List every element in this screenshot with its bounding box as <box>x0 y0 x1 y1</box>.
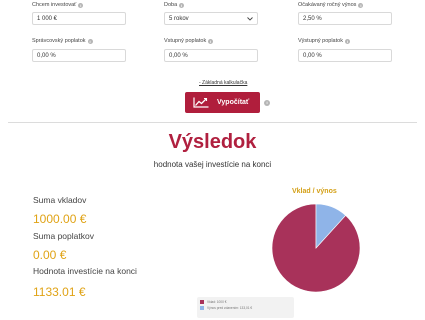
calculate-button[interactable]: Vypočítať <box>185 92 260 113</box>
exit-fee-label-text: Výstupný poplatok <box>298 38 343 44</box>
entry-fee-input[interactable]: 0,00 % <box>164 49 258 62</box>
legend-item[interactable]: Výnos pred zdanením: 133,01 € <box>200 305 291 311</box>
legend-label: Vklad: 1000 € <box>207 300 227 304</box>
entry-fee-value: 0,00 % <box>169 52 188 59</box>
legend-swatch <box>200 300 204 304</box>
period-label-text: Doba <box>164 2 178 8</box>
fees-label: Suma poplatkov <box>33 231 94 241</box>
trend-chart-icon <box>193 97 209 108</box>
period-select[interactable]: 5 rokov <box>164 12 258 25</box>
period-label: Doba i <box>164 2 185 8</box>
end-value-label: Hodnota investície na konci <box>33 266 137 276</box>
entry-fee-label-text: Vstupný poplatok <box>164 38 207 44</box>
info-icon[interactable]: i <box>87 38 93 44</box>
mgmt-fee-input[interactable]: 0,00 % <box>32 49 126 62</box>
chart-title: Vklad / výnos <box>292 188 337 195</box>
info-icon[interactable]: i <box>179 2 185 8</box>
basic-calculator-link[interactable]: - Základná kalkulačka <box>199 80 247 86</box>
mgmt-fee-value: 0,00 % <box>37 52 56 59</box>
info-icon[interactable]: i <box>344 38 350 44</box>
return-label: Očakávaný ročný výnos i <box>298 2 364 8</box>
result-title: Výsledok <box>168 131 257 153</box>
invest-label-text: Chcem investovať <box>32 2 77 8</box>
expected-return-value: 2,50 % <box>303 15 322 22</box>
period-select-value: 5 rokov <box>169 15 189 22</box>
exit-fee-label: Výstupný poplatok i <box>298 38 350 44</box>
info-icon[interactable]: i <box>264 100 270 106</box>
mgmt-fee-label: Správcovský poplatok i <box>32 38 93 44</box>
info-icon[interactable]: i <box>208 38 214 44</box>
fees-value: 0.00 € <box>33 248 67 262</box>
info-icon[interactable]: i <box>78 2 84 8</box>
chart-legend: Vklad: 1000 € Výnos pred zdanením: 133,0… <box>197 297 294 318</box>
info-icon[interactable]: i <box>358 2 364 8</box>
deposits-label: Suma vkladov <box>33 195 87 205</box>
invest-label: Chcem investovať i <box>32 2 84 8</box>
exit-fee-input[interactable]: 0,00 % <box>298 49 392 62</box>
legend-label: Výnos pred zdanením: 133,01 € <box>207 306 253 310</box>
invest-amount-value: 1 000 € <box>37 15 58 22</box>
return-label-text: Očakávaný ročný výnos <box>298 2 357 8</box>
chevron-down-icon <box>247 16 253 21</box>
exit-fee-value: 0,00 % <box>303 52 322 59</box>
entry-fee-label: Vstupný poplatok i <box>164 38 214 44</box>
section-divider <box>8 122 417 123</box>
calculate-button-label: Vypočítať <box>217 99 250 106</box>
pie-chart <box>271 203 361 293</box>
mgmt-fee-label-text: Správcovský poplatok <box>32 38 86 44</box>
result-subtitle: hodnota vašej investície na konci <box>153 160 272 169</box>
invest-amount-input[interactable]: 1 000 € <box>32 12 126 25</box>
end-value: 1133.01 € <box>33 285 86 299</box>
legend-swatch <box>200 306 204 310</box>
deposits-value: 1000.00 € <box>33 212 87 226</box>
expected-return-input[interactable]: 2,50 % <box>298 12 392 25</box>
